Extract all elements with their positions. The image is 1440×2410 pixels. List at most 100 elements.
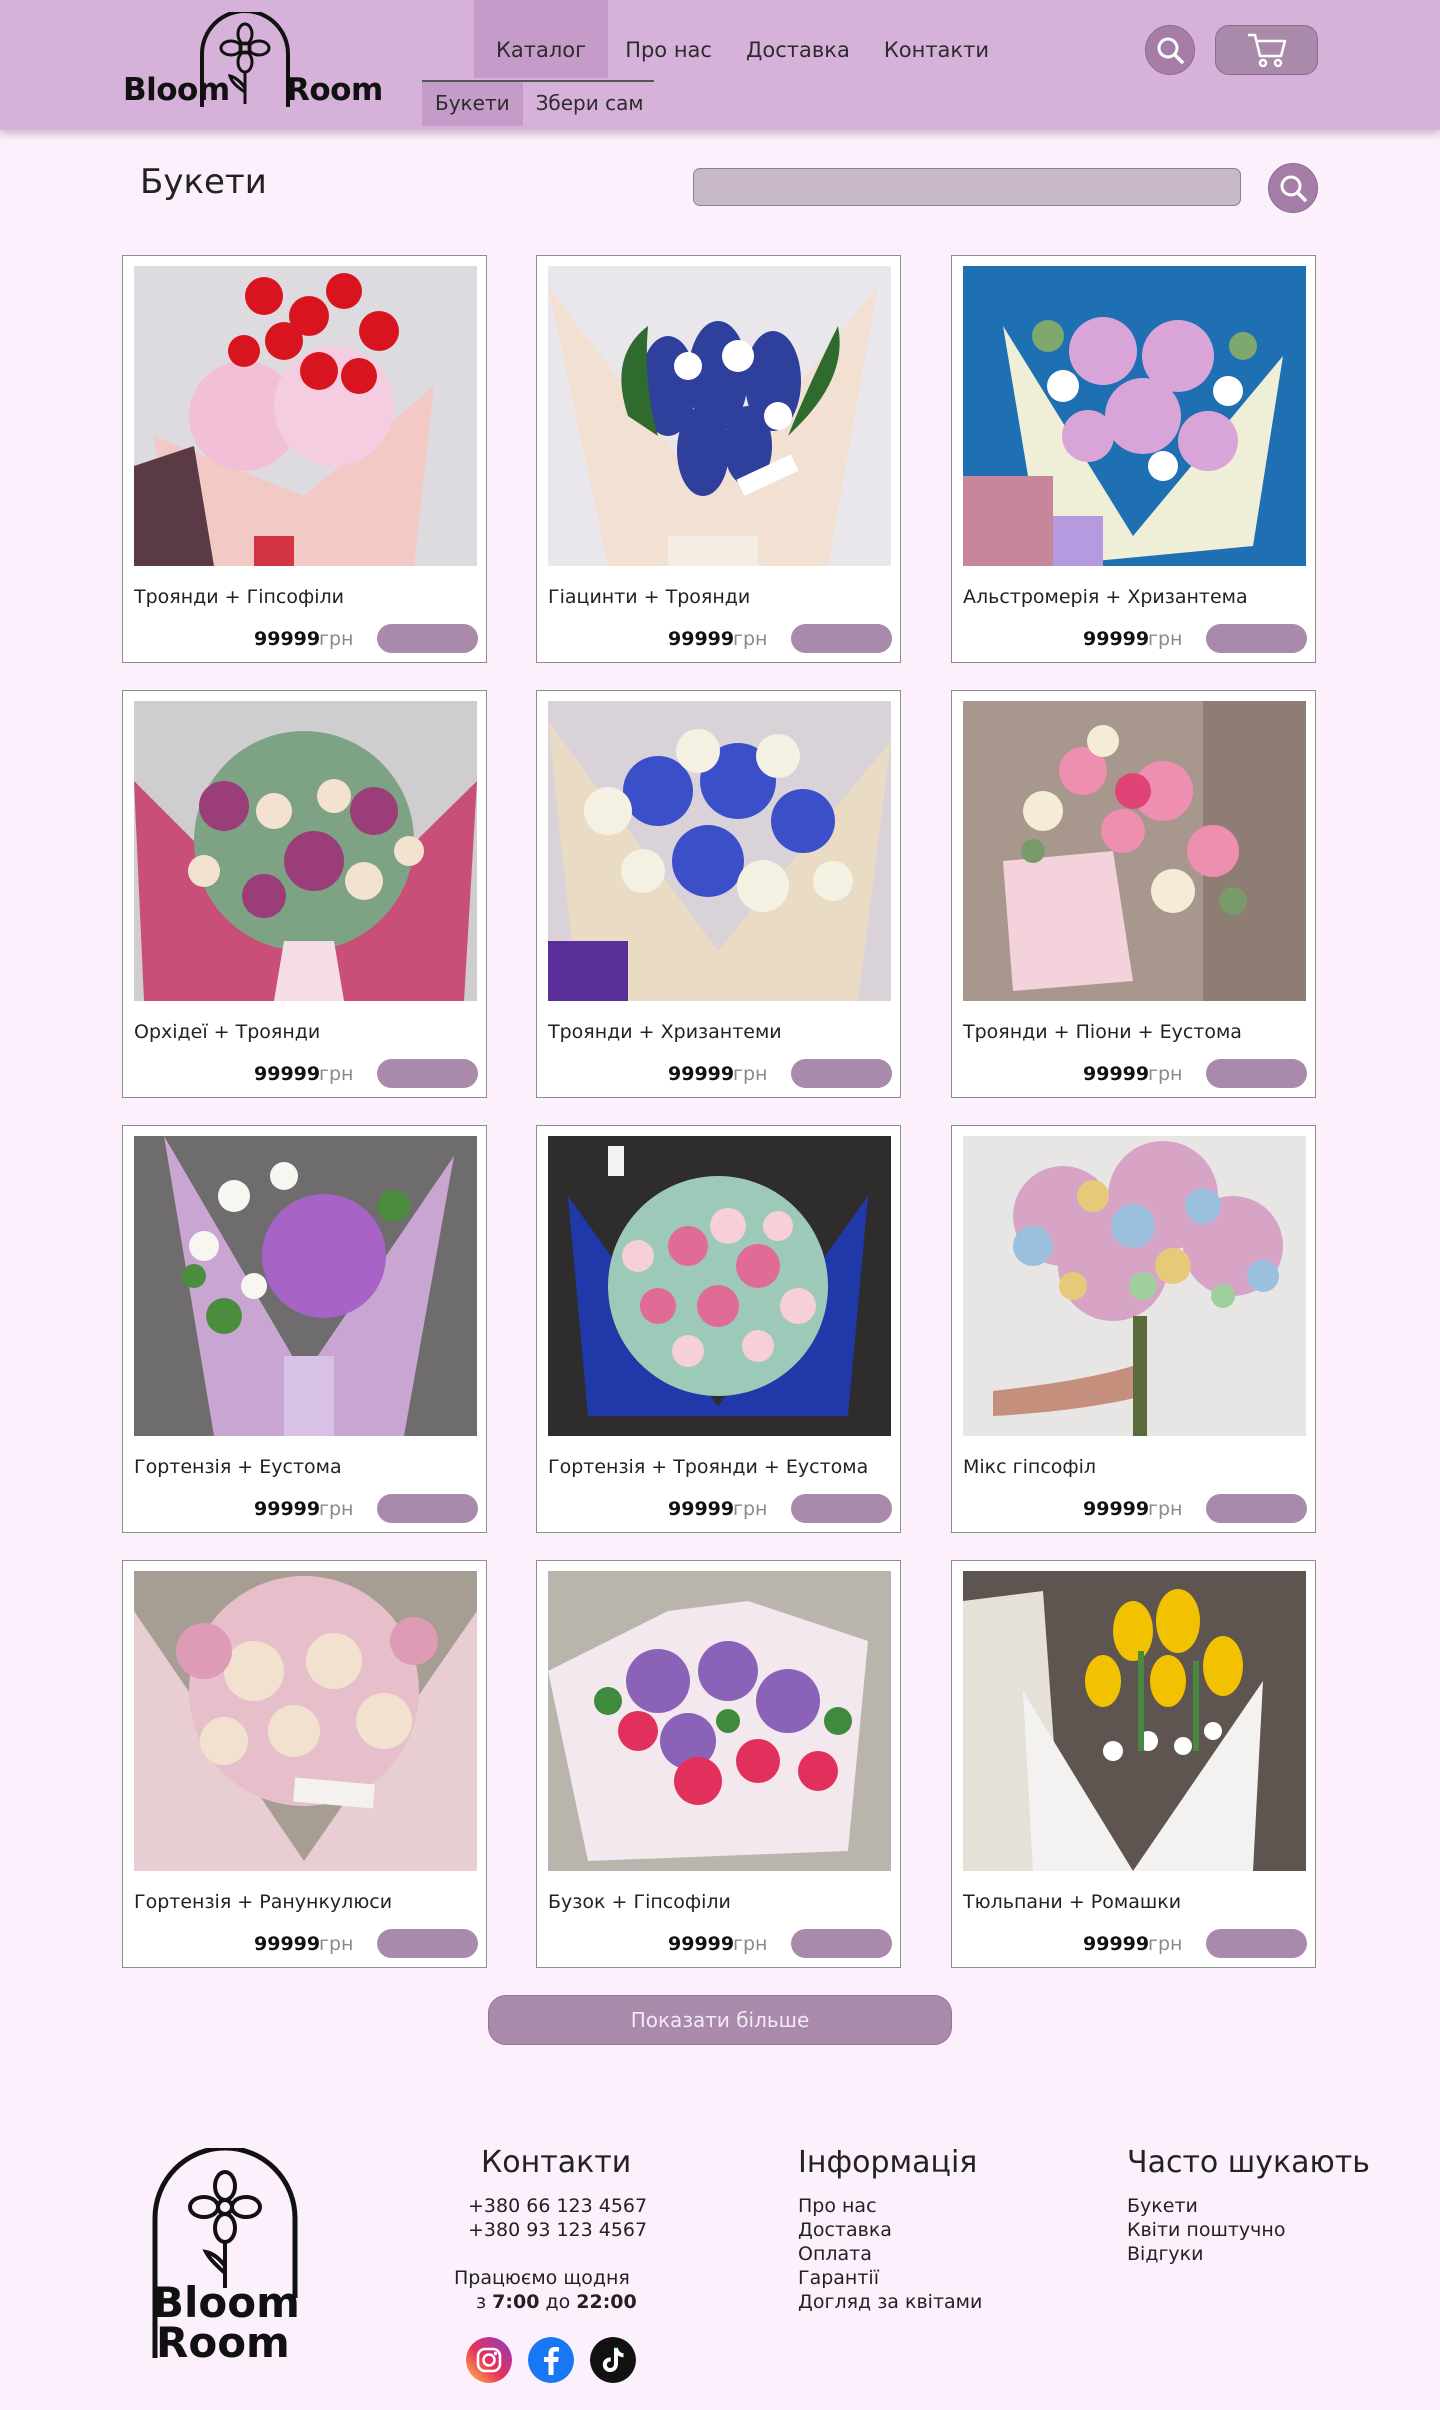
buy-button[interactable] — [377, 624, 478, 653]
tiktok-icon[interactable] — [590, 2337, 636, 2383]
product-image[interactable] — [548, 701, 891, 1001]
facebook-icon[interactable] — [528, 2337, 574, 2383]
hours-to: 22:00 — [576, 2291, 637, 2313]
product-name[interactable]: Троянди + Піони + Еустома — [963, 1021, 1242, 1043]
product-price: 99999 — [254, 1498, 321, 1520]
price-currency: грн — [319, 1498, 354, 1520]
footer-link-reviews[interactable]: Відгуки — [1127, 2242, 1204, 2266]
buy-button[interactable] — [1206, 1929, 1307, 1958]
product-card[interactable]: Мікс гіпсофіл 99999 грн — [951, 1125, 1316, 1533]
product-image[interactable] — [963, 1136, 1306, 1436]
product-card[interactable]: Троянди + Піони + Еустома 99999 грн — [951, 690, 1316, 1098]
product-image[interactable] — [963, 266, 1306, 566]
buy-button[interactable] — [1206, 1059, 1307, 1088]
product-name[interactable]: Бузок + Гіпсофіли — [548, 1891, 731, 1913]
product-name[interactable]: Троянди + Хризантеми — [548, 1021, 782, 1043]
product-card[interactable]: Гіацинти + Троянди 99999 грн — [536, 255, 901, 663]
buy-button[interactable] — [791, 1929, 892, 1958]
product-image[interactable] — [134, 1571, 477, 1871]
product-card[interactable]: Орхідеї + Троянди 99999 грн — [122, 690, 487, 1098]
cart-button[interactable] — [1215, 25, 1318, 75]
search-submit-button[interactable] — [1268, 163, 1318, 213]
product-image[interactable] — [134, 701, 477, 1001]
product-name[interactable]: Мікс гіпсофіл — [963, 1456, 1096, 1478]
footer-link-bouquets[interactable]: Букети — [1127, 2194, 1198, 2218]
product-name[interactable]: Троянди + Гіпсофіли — [134, 586, 344, 608]
footer-link-single-flowers[interactable]: Квіти поштучно — [1127, 2218, 1285, 2242]
product-image[interactable] — [963, 701, 1306, 1001]
footer-link-payment[interactable]: Оплата — [798, 2242, 872, 2266]
price-currency: грн — [1148, 1063, 1183, 1085]
contacts-heading: Контакти — [481, 2145, 632, 2180]
buy-button[interactable] — [791, 624, 892, 653]
phone-1[interactable]: +380 66 123 4567 — [468, 2194, 647, 2218]
product-image[interactable] — [548, 266, 891, 566]
buy-button[interactable] — [791, 1059, 892, 1088]
buy-button[interactable] — [377, 1494, 478, 1523]
product-image[interactable] — [134, 1136, 477, 1436]
product-price: 99999 — [668, 1063, 735, 1085]
price-currency: грн — [733, 1063, 768, 1085]
price-currency: грн — [319, 1933, 354, 1955]
footer-logo[interactable]: Bloom Room — [150, 2148, 310, 2367]
search-icon — [1157, 37, 1184, 64]
product-name[interactable]: Гортензія + Ранункулюси — [134, 1891, 392, 1913]
footer-link-delivery[interactable]: Доставка — [798, 2218, 892, 2242]
product-name[interactable]: Гіацинти + Троянди — [548, 586, 750, 608]
product-price: 99999 — [668, 1498, 735, 1520]
nav-about[interactable]: Про нас — [608, 0, 729, 80]
product-image[interactable] — [548, 1136, 891, 1436]
product-name[interactable]: Гортензія + Еустома — [134, 1456, 342, 1478]
instagram-icon[interactable] — [466, 2337, 512, 2383]
working-hours-title: Працюємо щодня — [454, 2267, 630, 2289]
search-input[interactable] — [693, 168, 1241, 206]
catalog-subnav: Букети Збери сам — [422, 82, 656, 128]
price-currency: грн — [733, 1933, 768, 1955]
product-name[interactable]: Гортензія + Троянди + Еустома — [548, 1456, 868, 1478]
buy-button[interactable] — [377, 1059, 478, 1088]
logo[interactable]: Bloom Room — [120, 12, 383, 112]
subnav-bouquets[interactable]: Букети — [422, 82, 523, 126]
product-card[interactable]: Альстромерія + Хризантема 99999 грн — [951, 255, 1316, 663]
logo-text-room: Room — [286, 72, 383, 108]
subnav-build-your-own[interactable]: Збери сам — [523, 82, 657, 126]
product-name[interactable]: Орхідеї + Троянди — [134, 1021, 320, 1043]
price-currency: грн — [1148, 1498, 1183, 1520]
buy-button[interactable] — [1206, 624, 1307, 653]
buy-button[interactable] — [1206, 1494, 1307, 1523]
product-card[interactable]: Тюльпани + Ромашки 99999 грн — [951, 1560, 1316, 1968]
footer-logo-room: Room — [156, 2318, 290, 2367]
product-price: 99999 — [254, 1063, 321, 1085]
product-price: 99999 — [1083, 1063, 1150, 1085]
nav-catalog[interactable]: Каталог — [474, 0, 609, 78]
price-currency: грн — [319, 628, 354, 650]
product-card[interactable]: Троянди + Хризантеми 99999 грн — [536, 690, 901, 1098]
nav-contacts[interactable]: Контакти — [867, 0, 1006, 80]
footer-link-guarantees[interactable]: Гарантії — [798, 2266, 879, 2290]
product-image[interactable] — [963, 1571, 1306, 1871]
price-currency: грн — [1148, 1933, 1183, 1955]
price-currency: грн — [319, 1063, 354, 1085]
product-name[interactable]: Тюльпани + Ромашки — [963, 1891, 1181, 1913]
product-name[interactable]: Альстромерія + Хризантема — [963, 586, 1248, 608]
show-more-button[interactable]: Показати більше — [488, 1995, 952, 2045]
product-card[interactable]: Гортензія + Ранункулюси 99999 грн — [122, 1560, 487, 1968]
buy-button[interactable] — [377, 1929, 478, 1958]
product-price: 99999 — [254, 1933, 321, 1955]
footer-link-about[interactable]: Про нас — [798, 2194, 877, 2218]
price-currency: грн — [1148, 628, 1183, 650]
hours-from: 7:00 — [492, 2291, 540, 2313]
product-card[interactable]: Гортензія + Троянди + Еустома 99999 грн — [536, 1125, 901, 1533]
header-search-button[interactable] — [1145, 25, 1195, 75]
product-card[interactable]: Бузок + Гіпсофіли 99999 грн — [536, 1560, 901, 1968]
product-image[interactable] — [134, 266, 477, 566]
product-image[interactable] — [548, 1571, 891, 1871]
nav-delivery[interactable]: Доставка — [729, 0, 867, 80]
product-card[interactable]: Гортензія + Еустома 99999 грн — [122, 1125, 487, 1533]
product-card[interactable]: Троянди + Гіпсофіли 99999 грн — [122, 255, 487, 663]
footer-link-flower-care[interactable]: Догляд за квітами — [798, 2290, 982, 2314]
hours-mid: до — [539, 2291, 577, 2313]
phone-2[interactable]: +380 93 123 4567 — [468, 2218, 647, 2242]
hours-prefix: з — [476, 2291, 493, 2313]
buy-button[interactable] — [791, 1494, 892, 1523]
